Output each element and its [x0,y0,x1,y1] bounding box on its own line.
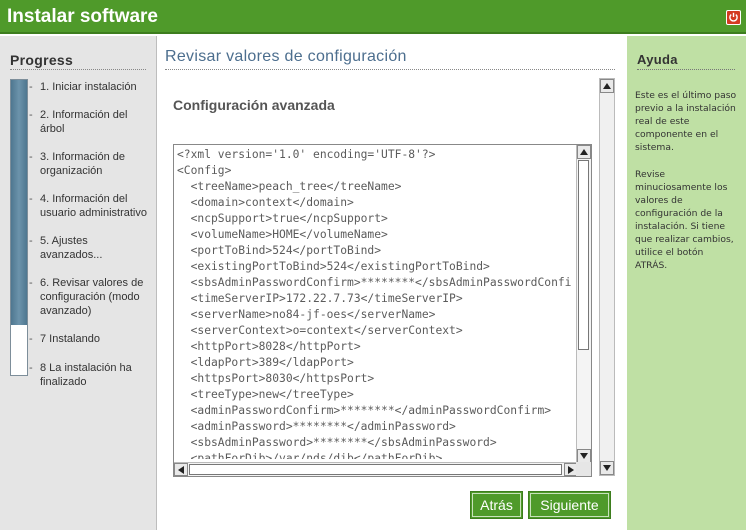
section-title: Configuración avanzada [173,97,335,113]
arrow-down-icon [580,453,588,459]
scrollbar-thumb[interactable] [189,464,562,475]
scroll-down-button[interactable] [577,449,591,463]
xml-line: <existingPortToBind>524</existingPortToB… [177,260,490,273]
divider [10,69,146,70]
arrow-left-icon [178,466,184,474]
xml-line: <serverContext>o=context</serverContext> [177,324,463,337]
xml-line: <sbsAdminPasswordConfirm>********</sbsAd… [177,276,572,289]
window-title: Instalar software [7,6,158,27]
progress-heading: Progress [10,52,74,68]
xml-line: <adminPasswordConfirm>********</adminPas… [177,404,552,417]
divider [637,69,735,70]
progress-step: 2. Información del árbol [29,108,150,136]
scrollbar-corner [576,462,591,476]
next-button[interactable]: Siguiente [528,491,611,519]
progress-bar [10,79,28,376]
xml-line: <portToBind>524</portToBind> [177,244,382,257]
progress-step: 3. Información de organización [29,150,150,178]
xml-line: <treeType>new</treeType> [177,388,354,401]
scroll-left-button[interactable] [174,463,188,476]
progress-bar-fill [11,80,27,325]
xml-line: <domain>context</domain> [177,196,354,209]
arrow-up-icon [580,149,588,155]
progress-step: 8 La instalación ha finalizado [29,361,150,389]
scroll-up-button[interactable] [600,79,614,93]
xml-line: <sbsAdminPassword>********</sbsAdminPass… [177,436,497,449]
xml-line: <volumeName>HOME</volumeName> [177,228,388,241]
main-panel: Revisar valores de configuración Configu… [157,36,627,530]
xml-line: <httpPort>8028</httpPort> [177,340,361,353]
scroll-up-button[interactable] [577,145,591,159]
help-panel: Ayuda Este es el último paso previo a la… [627,36,746,530]
help-paragraph: Este es el último paso previo a la insta… [635,90,737,153]
progress-panel: Progress 1. Iniciar instalación 2. Infor… [0,36,157,530]
arrow-up-icon [603,83,611,89]
power-icon [729,12,738,22]
xml-line: <treeName>peach_tree</treeName> [177,180,402,193]
xml-line: <serverName>no84-jf-oes</serverName> [177,308,436,321]
xml-horizontal-scrollbar[interactable] [174,462,578,476]
xml-line: <timeServerIP>172.22.7.73</timeServerIP> [177,292,463,305]
xml-config-textarea[interactable]: <?xml version='1.0' encoding='UTF-8'?> <C… [173,144,592,477]
xml-line: <httpsPort>8030</httpsPort> [177,372,375,385]
arrow-down-icon [603,465,611,471]
progress-step: 5. Ajustes avanzados... [29,234,150,262]
progress-step: 1. Iniciar instalación [29,80,150,94]
xml-line: <pathForDib>/var/nds/dib</pathForDib> [177,452,443,459]
xml-vertical-scrollbar[interactable] [576,145,591,463]
page-vertical-scrollbar[interactable] [599,78,615,476]
scrollbar-thumb[interactable] [578,160,589,350]
xml-line: <ncpSupport>true</ncpSupport> [177,212,388,225]
progress-step: 7 Instalando [29,332,150,346]
back-button[interactable]: Atrás [470,491,523,519]
xml-line: <ldapPort>389</ldapPort> [177,356,354,369]
page-title: Revisar valores de configuración [165,48,407,65]
xml-line: <Config> [177,164,232,177]
divider [165,69,615,70]
xml-line: <adminPassword>********</adminPassword> [177,420,456,433]
close-button[interactable] [726,10,741,25]
title-bar: Instalar software [0,0,746,34]
help-paragraph: Revise minuciosamente los valores de con… [635,169,734,271]
scroll-down-button[interactable] [600,461,614,475]
help-heading: Ayuda [637,52,678,67]
progress-step-current: 6. Revisar valores de configuración (mod… [29,276,150,318]
xml-content: <?xml version='1.0' encoding='UTF-8'?> <C… [177,147,572,459]
xml-line: <?xml version='1.0' encoding='UTF-8'?> [177,148,436,161]
progress-step: 4. Información del usuario administrativ… [29,192,150,220]
arrow-right-icon [568,466,574,474]
